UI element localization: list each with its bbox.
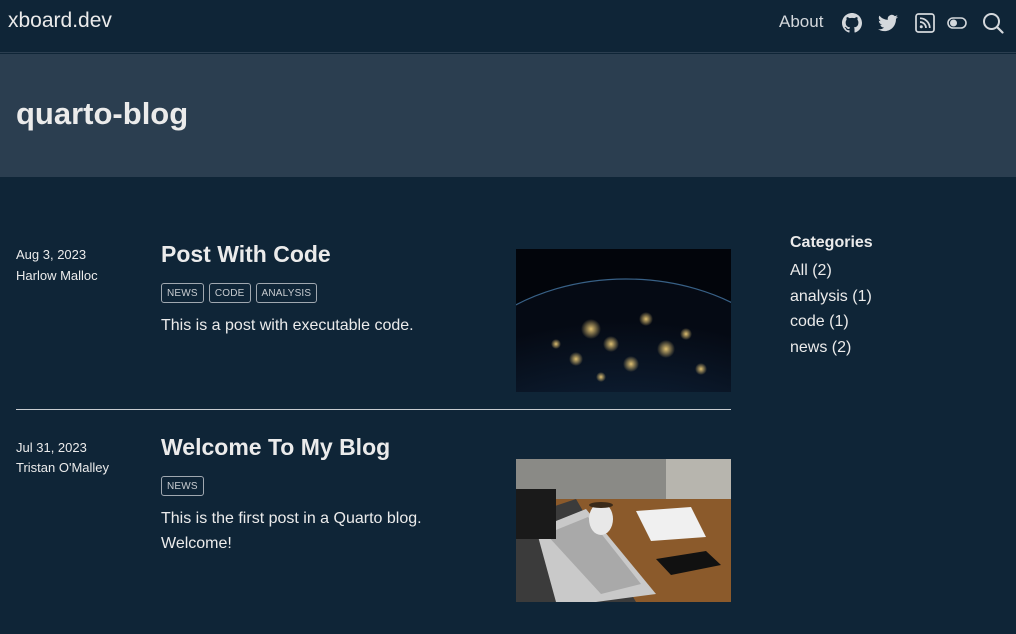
post-description: This is a post with executable code. xyxy=(161,317,414,334)
page-title: quarto-blog xyxy=(16,96,189,131)
post-tags: NEWS CODE ANALYSIS xyxy=(161,283,318,303)
category-all[interactable]: All (2) xyxy=(790,258,990,284)
post-date: Jul 31, 2023 xyxy=(16,440,87,455)
post-author: Tristan O'Malley xyxy=(16,460,110,475)
search-icon[interactable] xyxy=(982,12,1004,34)
tag-analysis[interactable]: ANALYSIS xyxy=(255,283,318,303)
post-date: Aug 3, 2023 xyxy=(16,247,87,262)
post-thumbnail-laptop[interactable] xyxy=(516,459,731,602)
categories-sidebar: Categories All (2) analysis (1) code (1)… xyxy=(790,234,990,360)
post-title[interactable]: Post With Code xyxy=(161,241,331,268)
post-thumbnail-earth[interactable] xyxy=(516,249,731,392)
post-tags: NEWS xyxy=(161,476,204,496)
post-description: This is the first post in a Quarto blog.… xyxy=(161,510,422,552)
category-analysis[interactable]: analysis (1) xyxy=(790,284,990,310)
tag-news[interactable]: NEWS xyxy=(161,476,204,496)
post-title[interactable]: Welcome To My Blog xyxy=(161,434,390,461)
tag-news[interactable]: NEWS xyxy=(161,283,204,303)
navbar: xboard.dev About xyxy=(0,0,1016,53)
post-listing-item[interactable]: Jul 31, 2023 Tristan O'Malley Welcome To… xyxy=(16,434,731,605)
title-banner: quarto-blog xyxy=(0,54,1016,177)
site-brand[interactable]: xboard.dev xyxy=(8,9,112,33)
categories-title: Categories xyxy=(790,234,873,251)
category-code[interactable]: code (1) xyxy=(790,309,990,335)
post-divider xyxy=(16,409,731,410)
nav-link-about[interactable]: About xyxy=(779,12,823,32)
github-icon[interactable] xyxy=(842,13,862,33)
toggle-icon[interactable] xyxy=(947,13,967,33)
tag-code[interactable]: CODE xyxy=(208,283,251,303)
twitter-icon[interactable] xyxy=(878,13,898,33)
category-news[interactable]: news (2) xyxy=(790,335,990,361)
rss-icon[interactable] xyxy=(915,13,935,33)
post-author: Harlow Malloc xyxy=(16,268,98,283)
post-listing-item[interactable]: Aug 3, 2023 Harlow Malloc Post With Code… xyxy=(16,241,731,397)
